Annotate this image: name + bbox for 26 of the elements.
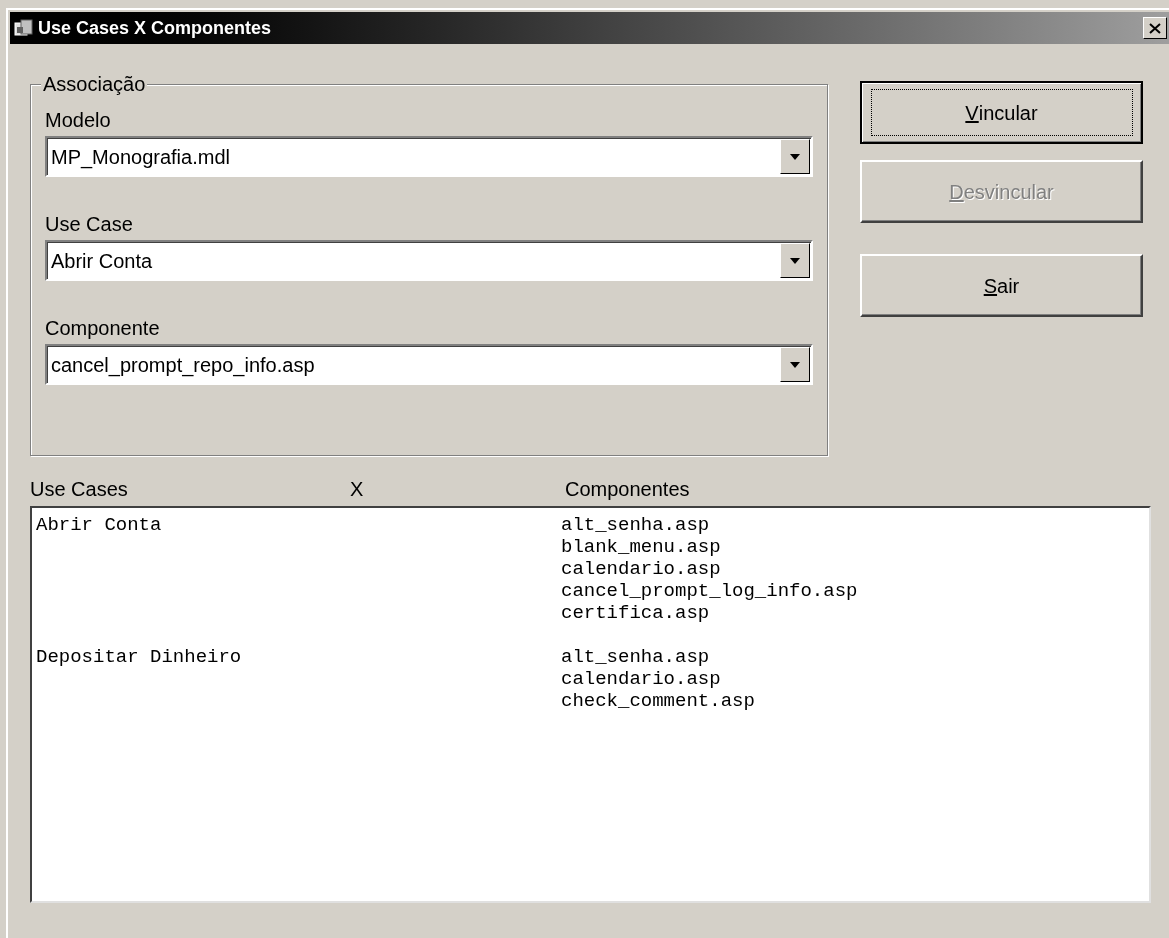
component-text: calendario.asp: [561, 668, 721, 690]
window-title: Use Cases X Componentes: [38, 16, 272, 40]
close-icon: [1149, 22, 1161, 34]
component-text: alt_senha.asp: [561, 514, 710, 536]
component-text: alt_senha.asp: [561, 646, 710, 668]
dialog-button[interactable]: Vincular: [860, 81, 1143, 144]
column-header: Use Cases: [30, 477, 128, 502]
field-label: Modelo: [45, 108, 112, 133]
dropdown-field[interactable]: Abrir Conta: [45, 240, 813, 281]
component-text: calendario.asp: [561, 558, 721, 580]
dialog-button[interactable]: Sair: [860, 254, 1143, 317]
column-header: Componentes: [565, 477, 690, 502]
component-text: cancel_prompt_log_info.asp: [561, 580, 858, 602]
close-button[interactable]: [1143, 17, 1167, 39]
window-icon: [14, 19, 34, 37]
component-text: certifica.asp: [561, 602, 710, 624]
list-box[interactable]: Abrir Conta alt_senha.asp blank_menu.asp calendario.asp cancel_prompt_log_info.asp certifica.asp Depositar Dinheiro alt_senha.asp calendario.asp check_comment.asp: [30, 506, 1151, 903]
dropdown-field[interactable]: cancel_prompt_repo_info.asp: [45, 344, 813, 385]
component-text: blank_menu.asp: [561, 536, 721, 558]
use-case-text: Abrir Conta: [35, 514, 163, 536]
component-text: check_comment.asp: [561, 690, 755, 712]
field-label: Use Case: [45, 212, 134, 237]
use-case-text: Depositar Dinheiro: [35, 646, 243, 668]
field-label: Componente: [45, 316, 161, 341]
dropdown-field[interactable]: MP_Monografia.mdl: [45, 136, 813, 177]
column-header: X: [350, 477, 364, 502]
